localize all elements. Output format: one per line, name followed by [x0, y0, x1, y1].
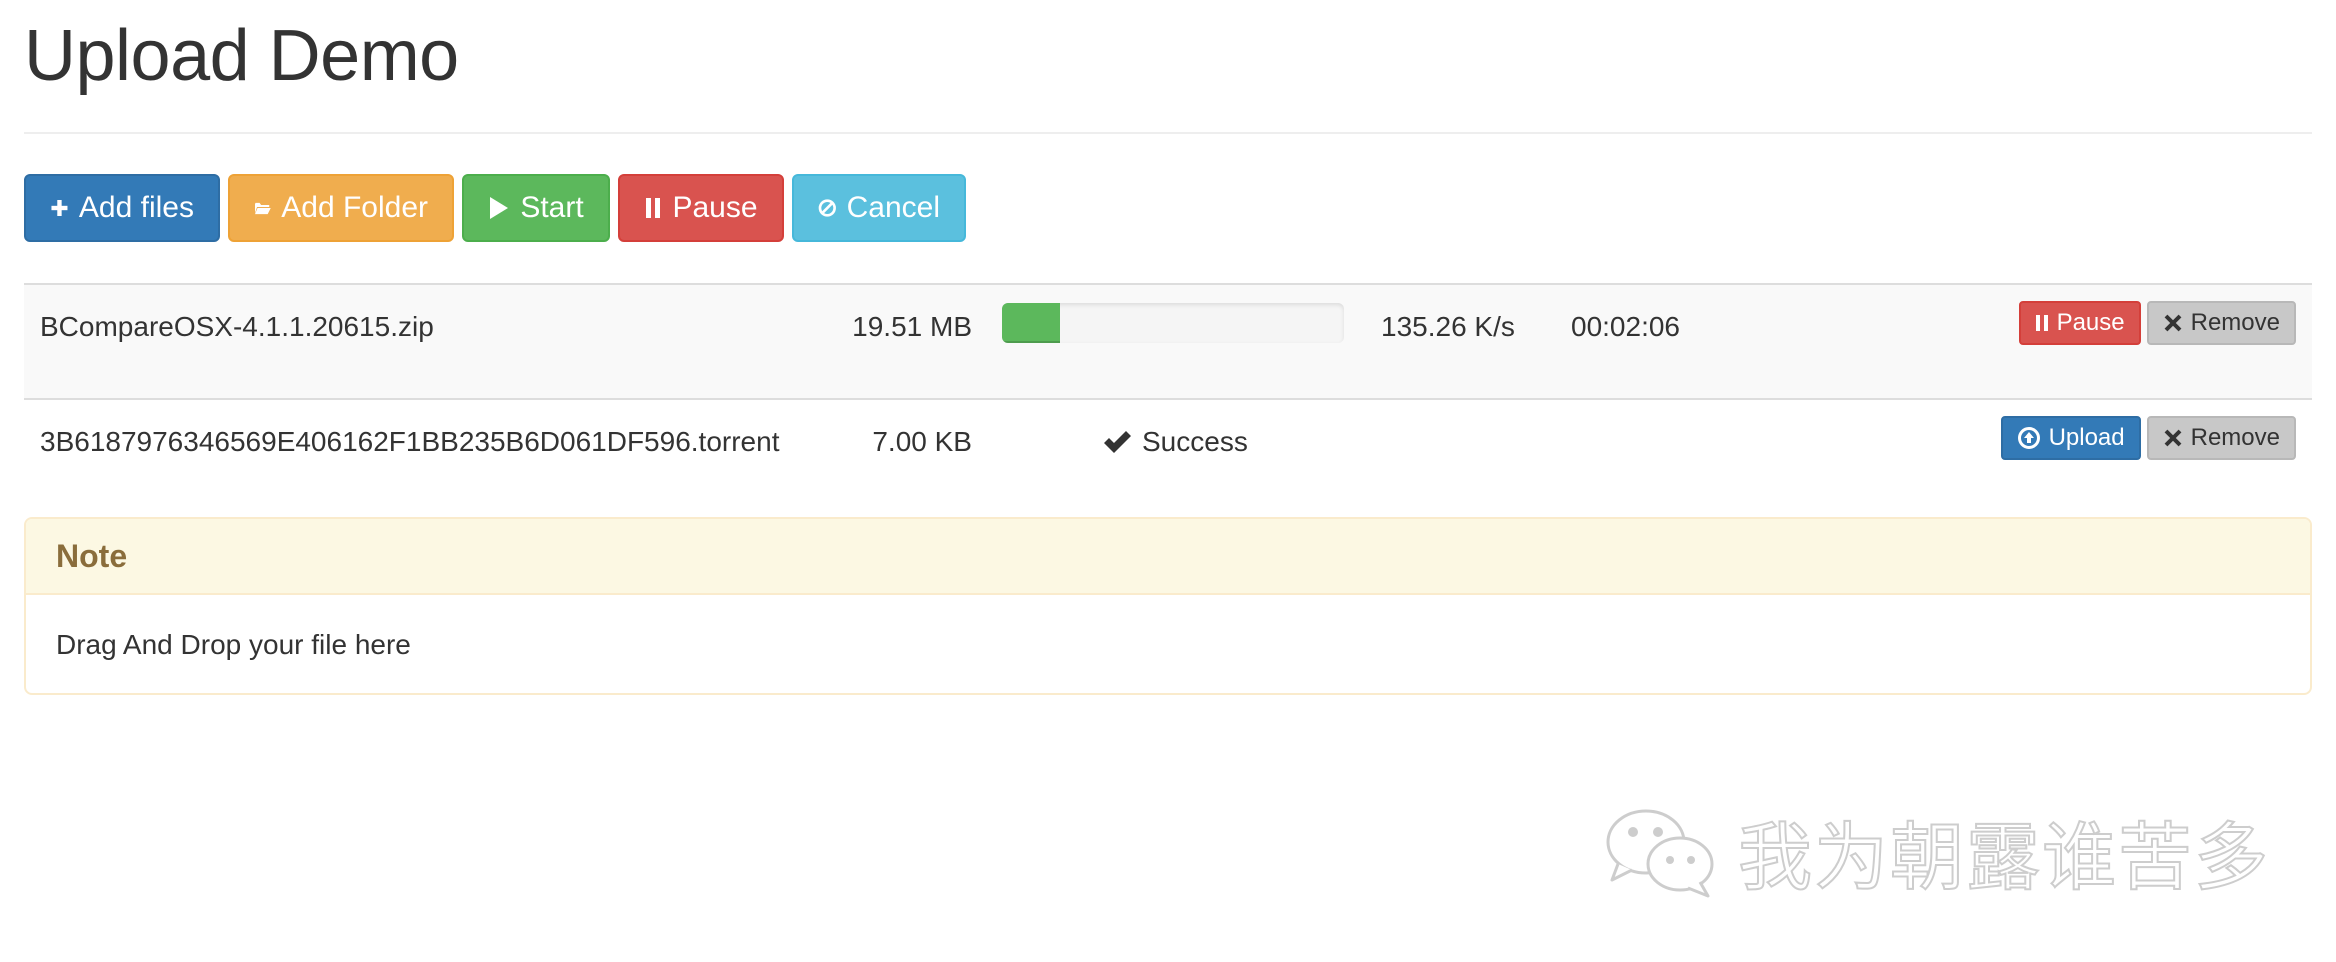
circle-arrow-up-icon	[2017, 427, 2040, 449]
folder-open-icon	[255, 202, 271, 215]
cancel-label: Cancel	[846, 191, 940, 224]
add-files-label: Add files	[78, 191, 194, 224]
upload-speed: 135.26 K/s	[1381, 311, 1515, 342]
pause-file-button[interactable]: Pause	[2018, 301, 2141, 345]
file-size: 19.51 MB	[852, 311, 972, 342]
pause-icon	[2035, 315, 2048, 331]
upload-progress-bar	[1002, 303, 1061, 343]
upload-toolbar: Add files Add Folder Start Pause Cancel	[24, 174, 966, 242]
upload-progress	[1002, 303, 1344, 343]
note-heading: Note	[26, 519, 2310, 595]
remove-file-button[interactable]: Remove	[2146, 416, 2296, 460]
watermark-text: 我为朝露谁苦多	[1737, 814, 2270, 902]
times-icon	[2164, 314, 2182, 332]
upload-file-button[interactable]: Upload	[2000, 416, 2141, 460]
file-row: BCompareOSX-4.1.1.20615.zip 19.51 MB 135…	[24, 283, 2312, 398]
upload-status-label: Success	[1142, 426, 1248, 457]
pause-all-button[interactable]: Pause	[618, 174, 784, 242]
start-label: Start	[520, 191, 584, 224]
remove-file-label: Remove	[2190, 309, 2280, 336]
file-size: 7.00 KB	[872, 426, 972, 457]
add-folder-label: Add Folder	[281, 191, 428, 224]
remove-file-button[interactable]: Remove	[2146, 301, 2296, 345]
file-table: BCompareOSX-4.1.1.20615.zip 19.51 MB 135…	[24, 283, 2312, 513]
file-row: 3B6187976346569E406162F1BB235B6D061DF596…	[24, 398, 2312, 513]
cancel-button[interactable]: Cancel	[792, 174, 966, 242]
play-icon	[490, 197, 509, 219]
note-panel[interactable]: Note Drag And Drop your file here	[24, 517, 2312, 695]
ban-icon	[818, 199, 836, 217]
upload-file-label: Upload	[2048, 424, 2125, 451]
file-name: BCompareOSX-4.1.1.20615.zip	[40, 311, 434, 342]
upload-demo-page: Upload Demo Add files Add Folder Start P…	[0, 0, 2336, 962]
title-divider	[24, 132, 2312, 134]
pause-icon	[646, 198, 661, 218]
check-icon	[1104, 431, 1131, 453]
pause-file-label: Pause	[2056, 309, 2125, 336]
add-folder-button[interactable]: Add Folder	[228, 174, 454, 242]
plus-icon	[51, 199, 68, 217]
row-actions: Pause Remove	[2018, 301, 2296, 345]
drop-zone-text: Drag And Drop your file here	[56, 629, 411, 660]
upload-status: Success	[1102, 422, 1248, 462]
time-remaining: 00:02:06	[1571, 311, 1680, 342]
pause-all-label: Pause	[672, 191, 758, 224]
page-title: Upload Demo	[24, 16, 459, 96]
add-files-button[interactable]: Add files	[24, 174, 220, 242]
row-actions: Upload Remove	[2000, 416, 2296, 460]
remove-file-label: Remove	[2190, 424, 2280, 451]
start-button[interactable]: Start	[462, 174, 610, 242]
wechat-icon	[1606, 809, 1714, 897]
watermark: 我为朝露谁苦多	[1600, 798, 2270, 905]
times-icon	[2164, 429, 2182, 447]
file-name: 3B6187976346569E406162F1BB235B6D061DF596…	[40, 426, 780, 457]
